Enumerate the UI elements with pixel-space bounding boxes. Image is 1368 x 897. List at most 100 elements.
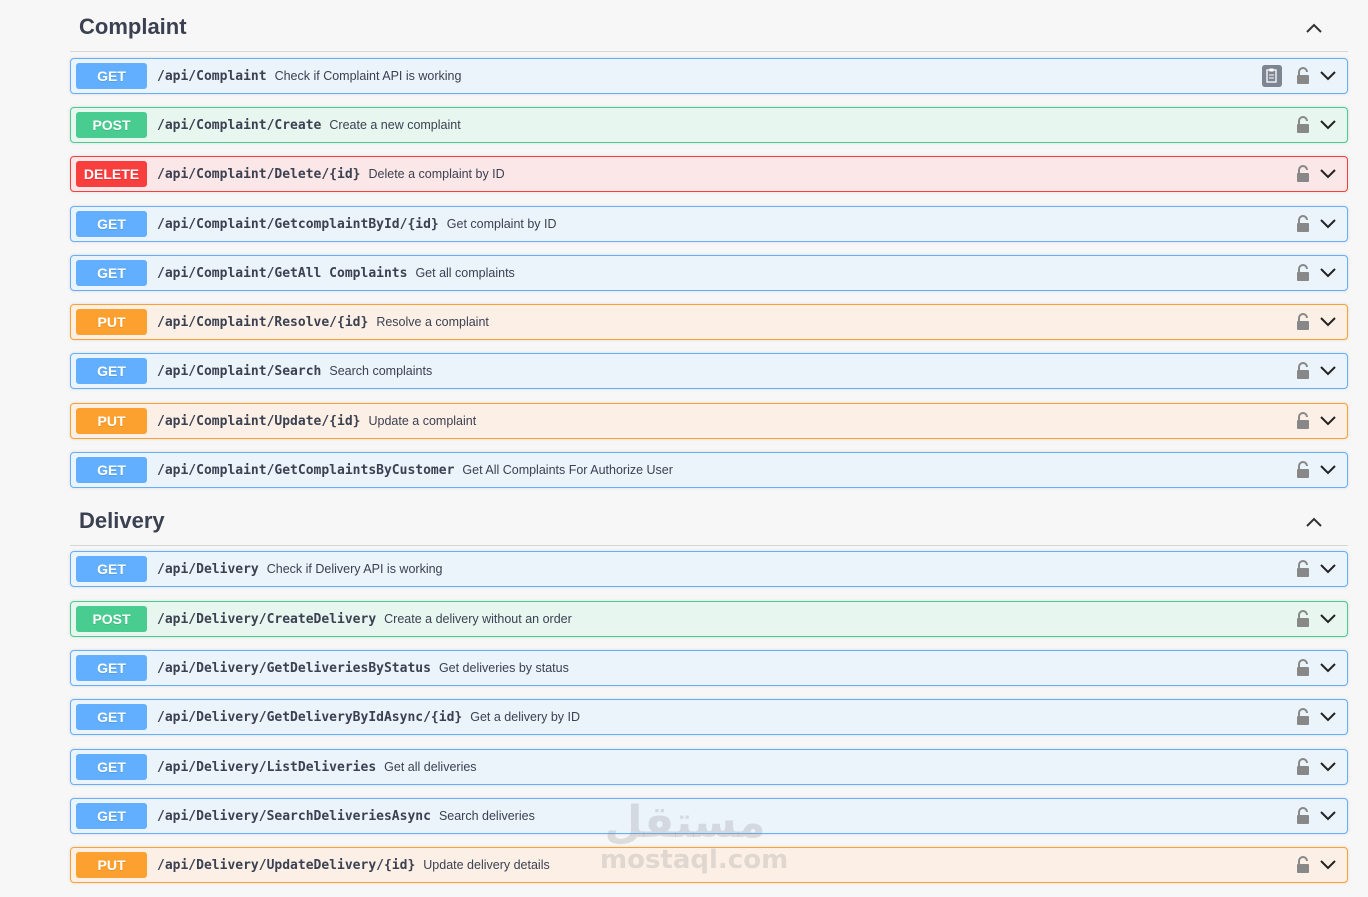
section-header-delivery[interactable]: Delivery [70,494,1348,546]
lock-icon[interactable] [1295,610,1311,628]
chevron-down-icon[interactable] [1319,857,1337,873]
operation-row[interactable]: GET /api/Delivery/SearchDeliveriesAsync S… [70,798,1348,834]
method-badge: GET [76,803,147,829]
operation-row[interactable]: GET /api/Delivery Check if Delivery API i… [70,551,1348,587]
endpoint-summary: Get All Complaints For Authorize User [462,463,673,477]
method-badge: GET [76,358,147,384]
method-badge: GET [76,211,147,237]
section-header-complaint[interactable]: Complaint [70,0,1348,52]
chevron-up-icon[interactable] [1304,512,1324,532]
chevron-down-icon[interactable] [1319,166,1337,182]
operation-row[interactable]: GET /api/Complaint/Search Search complain… [70,353,1348,389]
method-badge: GET [76,655,147,681]
operation-row[interactable]: DELETE /api/Complaint/Delete/{id} Delete … [70,156,1348,192]
endpoint-summary: Get a delivery by ID [470,710,581,724]
endpoint-summary: Search complaints [329,364,433,378]
chevron-down-icon[interactable] [1319,314,1337,330]
section-title: Complaint [79,14,187,39]
operation-row[interactable]: PUT /api/Delivery/UpdateDelivery/{id} Upd… [70,847,1348,883]
chevron-down-icon[interactable] [1319,413,1337,429]
method-badge: GET [76,704,147,730]
lock-icon[interactable] [1295,313,1311,331]
endpoint-path: /api/Complaint/Update/{id} [157,414,361,429]
operation-row[interactable]: GET /api/Complaint Check if Complaint API… [70,58,1348,94]
endpoint-path: /api/Delivery/ListDeliveries [157,760,377,775]
endpoint-path: /api/Complaint [157,69,267,84]
chevron-down-icon[interactable] [1319,660,1337,676]
lock-icon[interactable] [1295,362,1311,380]
lock-icon[interactable] [1295,708,1311,726]
method-badge: DELETE [76,161,147,187]
lock-icon[interactable] [1295,659,1311,677]
endpoint-summary: Create a new complaint [329,118,461,132]
endpoint-path: /api/Delivery/SearchDeliveriesAsync [157,809,431,824]
chevron-down-icon[interactable] [1319,265,1337,281]
method-badge: POST [76,112,147,138]
lock-icon[interactable] [1295,807,1311,825]
endpoint-summary: Update delivery details [423,858,550,872]
copy-to-clipboard-icon[interactable] [1262,65,1282,87]
chevron-down-icon[interactable] [1319,363,1337,379]
method-badge: POST [76,606,147,632]
operation-row[interactable]: GET /api/Complaint/GetComplaintsByCustom… [70,452,1348,488]
lock-icon[interactable] [1295,560,1311,578]
chevron-up-icon[interactable] [1304,18,1324,38]
lock-icon[interactable] [1295,165,1311,183]
endpoint-path: /api/Complaint/Search [157,364,322,379]
method-badge: GET [76,63,147,89]
operation-row[interactable]: PUT /api/Complaint/Update/{id} Update a c… [70,403,1348,439]
endpoint-path: /api/Delivery/GetDeliveriesByStatus [157,661,431,676]
operation-row[interactable]: GET /api/Delivery/GetDeliveryByIdAsync/{… [70,699,1348,735]
endpoint-summary: Resolve a complaint [376,315,489,329]
section-complaint: Complaint GET /api/Complaint Check if Com… [70,0,1348,488]
method-badge: PUT [76,852,147,878]
operation-row[interactable]: POST /api/Complaint/Create Create a new c… [70,107,1348,143]
endpoint-summary: Check if Complaint API is working [274,69,462,83]
endpoint-summary: Check if Delivery API is working [266,562,443,576]
endpoint-path: /api/Delivery [157,562,259,577]
endpoint-path: /api/Complaint/GetAll Complaints [157,266,408,281]
chevron-down-icon[interactable] [1319,808,1337,824]
operation-row[interactable]: GET /api/Delivery/ListDeliveries Get all … [70,749,1348,785]
endpoint-path: /api/Complaint/GetcomplaintById/{id} [157,217,439,232]
lock-icon[interactable] [1295,758,1311,776]
section-title: Delivery [79,508,165,533]
operation-row[interactable]: GET /api/Delivery/GetDeliveriesByStatus G… [70,650,1348,686]
endpoint-summary: Get deliveries by status [438,661,569,675]
lock-icon[interactable] [1295,856,1311,874]
lock-icon[interactable] [1295,461,1311,479]
chevron-down-icon[interactable] [1319,68,1337,84]
lock-icon[interactable] [1295,264,1311,282]
chevron-down-icon[interactable] [1319,216,1337,232]
endpoint-path: /api/Complaint/Delete/{id} [157,167,361,182]
endpoint-path: /api/Complaint/Resolve/{id} [157,315,369,330]
lock-icon[interactable] [1295,116,1311,134]
endpoint-summary: Search deliveries [438,809,535,823]
operation-row[interactable]: GET /api/Complaint/GetcomplaintById/{id}… [70,206,1348,242]
lock-icon[interactable] [1295,67,1311,85]
endpoint-summary: Get all complaints [415,266,515,280]
chevron-down-icon[interactable] [1319,709,1337,725]
lock-icon[interactable] [1295,412,1311,430]
chevron-down-icon[interactable] [1319,462,1337,478]
endpoint-summary: Create a delivery without an order [384,612,572,626]
method-badge: GET [76,457,147,483]
chevron-down-icon[interactable] [1319,611,1337,627]
operation-row[interactable]: GET /api/Complaint/GetAll Complaints Get … [70,255,1348,291]
endpoint-summary: Update a complaint [368,414,477,428]
lock-icon[interactable] [1295,215,1311,233]
chevron-down-icon[interactable] [1319,561,1337,577]
operation-row[interactable]: PUT /api/Complaint/Resolve/{id} Resolve a… [70,304,1348,340]
endpoint-summary: Get all deliveries [384,760,477,774]
method-badge: PUT [76,408,147,434]
chevron-down-icon[interactable] [1319,117,1337,133]
endpoint-path: /api/Delivery/UpdateDelivery/{id} [157,858,416,873]
chevron-down-icon[interactable] [1319,759,1337,775]
operation-row[interactable]: POST /api/Delivery/CreateDelivery Create … [70,601,1348,637]
method-badge: PUT [76,309,147,335]
endpoint-summary: Delete a complaint by ID [368,167,505,181]
method-badge: GET [76,754,147,780]
endpoint-summary: Get complaint by ID [446,217,557,231]
endpoint-path: /api/Complaint/Create [157,118,322,133]
endpoint-path: /api/Delivery/GetDeliveryByIdAsync/{id} [157,710,463,725]
